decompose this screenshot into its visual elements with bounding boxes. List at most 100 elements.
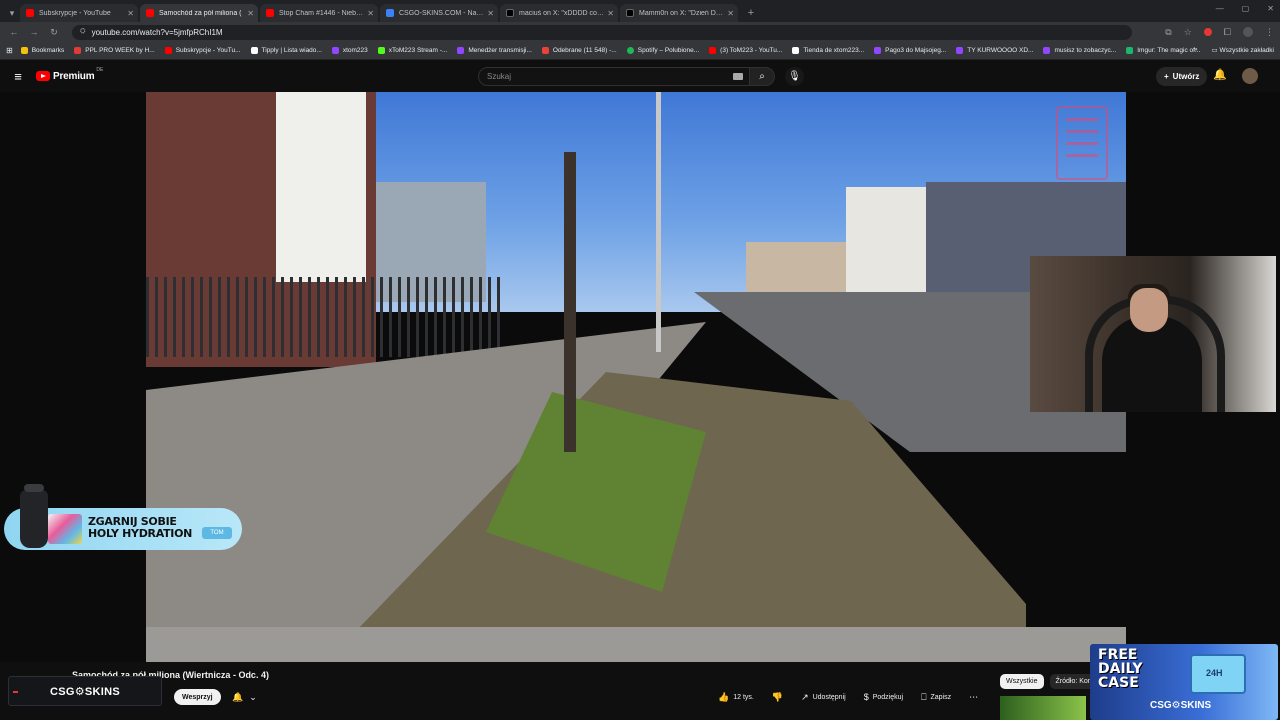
browser-tab[interactable]: maciuś on X: "xDDDD co jest k✕ xyxy=(500,4,618,22)
close-tab-icon[interactable]: ✕ xyxy=(607,9,614,18)
star-icon xyxy=(20,47,28,54)
recording-extension-icon[interactable] xyxy=(1203,28,1212,36)
streamer-webcam xyxy=(1030,256,1276,412)
like-button[interactable]: 👍 12 tys. xyxy=(712,689,760,705)
chevron-down-icon: ⌄ xyxy=(249,691,257,702)
dislike-button[interactable]: 👎 xyxy=(765,689,790,705)
bookmark-item[interactable]: PPL PRO WEEK by H... xyxy=(74,47,155,54)
youtube-favicon-icon xyxy=(26,9,34,17)
bookmark-star-icon[interactable]: ☆ xyxy=(1184,27,1192,38)
browser-tab[interactable]: CSGO-SKINS.COM - Najlepsze✕ xyxy=(380,4,498,22)
bookmark-label: xtom223 xyxy=(342,47,368,54)
bookmark-item[interactable]: Pago3 do Majsojeg... xyxy=(874,47,946,54)
more-actions-button[interactable]: ⋯ xyxy=(963,689,985,705)
bookmark-favicon-icon xyxy=(74,47,82,54)
daily-case-line: CASE xyxy=(1098,675,1139,691)
share-button[interactable]: ↗ Udostępnij xyxy=(795,689,852,705)
chip-all[interactable]: Wszystkie xyxy=(1000,674,1044,689)
bookmark-item[interactable]: xToM223 Stream -... xyxy=(377,47,448,54)
browser-menu-icon[interactable]: ⋮ xyxy=(1265,27,1274,38)
bookmark-item[interactable]: TY KURWOOOO XD... xyxy=(956,47,1033,54)
notifications-bell-icon[interactable]: 🔔 xyxy=(1213,68,1227,81)
extensions-icon[interactable]: ⧠ xyxy=(1224,27,1231,38)
browser-tab[interactable]: Mamm0n on X: "Dzień Dobry ✕ xyxy=(620,4,738,22)
back-icon[interactable]: ← xyxy=(6,27,22,37)
bookmark-item[interactable]: Spotify – Polubione... xyxy=(626,47,700,54)
youtube-premium-logo[interactable]: Premium DE xyxy=(36,67,103,82)
tab-search-icon[interactable]: ▾ xyxy=(4,4,20,22)
support-button[interactable]: Wesprzyj xyxy=(174,689,221,705)
imgur-favicon-icon xyxy=(1126,47,1134,54)
window-controls: — ▢ ✕ xyxy=(1216,4,1274,13)
search-input[interactable]: Szukaj xyxy=(478,67,750,86)
video-player[interactable]: ZGARNIJ SOBIE HOLY HYDRATION TOM xyxy=(0,92,1280,662)
tipply-favicon-icon xyxy=(250,47,258,54)
bookmark-item[interactable]: xtom223 xyxy=(331,47,368,54)
bookmark-item[interactable]: Tienda de xtom223... xyxy=(792,47,864,54)
browser-tab-active[interactable]: Samochód za pół miliona (✕ xyxy=(140,4,258,22)
video-tree xyxy=(564,152,576,452)
thanks-button[interactable]: $ Podziękuj xyxy=(857,689,910,705)
video-frame[interactable] xyxy=(146,92,1126,662)
daily-case-line: DAILY xyxy=(1098,661,1143,677)
video-fence xyxy=(146,277,506,357)
close-tab-icon[interactable]: ✕ xyxy=(127,9,134,18)
save-button[interactable]: ⎕ Zapisz xyxy=(915,689,958,705)
bookmark-label: Pago3 do Majsojeg... xyxy=(885,47,947,54)
profile-avatar-icon[interactable] xyxy=(1243,27,1253,37)
maximize-icon[interactable]: ▢ xyxy=(1242,4,1250,13)
bookmark-label: Spotify – Polubione... xyxy=(637,47,700,54)
bookmark-item[interactable]: Tipply | Lista wiado... xyxy=(250,47,322,54)
close-tab-icon[interactable]: ✕ xyxy=(367,9,374,18)
video-actions: 👍 12 tys. 👎 ↗ Udostępnij $ Podziękuj ⎕ Zapis… xyxy=(712,689,985,705)
case-box-icon xyxy=(1190,654,1246,694)
voice-search-button[interactable]: 🎙 xyxy=(785,67,804,86)
close-tab-icon[interactable]: ✕ xyxy=(247,9,254,18)
gmail-favicon-icon xyxy=(541,47,549,54)
video-building xyxy=(276,92,366,282)
bookmark-item[interactable]: Odebrane (11 548) -... xyxy=(541,47,617,54)
bookmark-item[interactable]: Subskrypcje - YouTu... xyxy=(164,47,241,54)
youtube-play-icon xyxy=(36,71,50,81)
subscription-notifications-button[interactable]: 🔔 ⌄ xyxy=(226,689,263,705)
reload-icon[interactable]: ↻ xyxy=(46,27,62,38)
address-bar[interactable]: ⛭ youtube.com/watch?v=5jmfpRChI1M xyxy=(72,24,1132,40)
bookmark-item[interactable]: (3) ToM223 - YouTu... xyxy=(709,47,782,54)
thumbs-up-icon: 👍 xyxy=(718,691,730,702)
account-avatar[interactable] xyxy=(1242,68,1258,84)
like-count: 12 tys. xyxy=(733,693,754,701)
all-bookmarks-button[interactable]: ▭ Wszystkie zakładki xyxy=(1212,46,1275,54)
bookmark-item[interactable]: Imgur: The magic of... xyxy=(1126,47,1200,54)
forward-icon[interactable]: → xyxy=(26,27,42,37)
bookmark-label: xToM223 Stream -... xyxy=(388,47,448,54)
bookmark-item[interactable]: Bookmarks xyxy=(20,47,64,54)
browser-tab[interactable]: Subskrypcje - YouTube ✕ xyxy=(20,4,138,22)
video-info: Samochód za pół miliona (Wiertnicza - Od… xyxy=(0,662,1280,720)
search-icon: ⌕ xyxy=(759,71,765,82)
close-tab-icon[interactable]: ✕ xyxy=(487,9,494,18)
csgo-skins-favicon-icon xyxy=(386,9,394,17)
search-button[interactable]: ⌕ xyxy=(749,67,775,86)
close-window-icon[interactable]: ✕ xyxy=(1267,4,1274,13)
thumbs-down-icon: 👎 xyxy=(771,691,784,702)
create-button[interactable]: + Utwórz xyxy=(1156,67,1208,86)
channel-brand-text: CSG⚙SKINS xyxy=(49,685,121,698)
toolbar-icons: ⧉ ☆ ⧠ ⋮ xyxy=(1165,27,1274,38)
bookmark-item[interactable]: Menedżer transmisji... xyxy=(457,47,532,54)
more-bookmarks-button[interactable]: » xyxy=(1194,46,1198,54)
related-video-thumbnail[interactable] xyxy=(1000,696,1086,720)
keyboard-icon[interactable] xyxy=(733,73,743,80)
new-tab-button[interactable]: + xyxy=(744,6,758,20)
minimize-icon[interactable]: — xyxy=(1216,4,1224,13)
bookmark-item[interactable]: musisz to zobaczyc... xyxy=(1043,47,1116,54)
install-app-icon[interactable]: ⧉ xyxy=(1165,27,1171,38)
site-info-icon[interactable]: ⛭ xyxy=(80,28,86,36)
tab-title: Mamm0n on X: "Dzień Dobry xyxy=(639,9,725,17)
save-playlist-icon: ⎕ xyxy=(921,691,927,702)
close-tab-icon[interactable]: ✕ xyxy=(727,9,734,18)
share-label: Udostępnij xyxy=(812,693,846,701)
browser-tab[interactable]: Stop Cham #1446 - Niebezpie ✕ xyxy=(260,4,378,22)
apps-icon[interactable]: ⊞ xyxy=(6,46,13,55)
menu-icon[interactable]: ≡ xyxy=(0,69,36,84)
tab-title: Subskrypcje - YouTube xyxy=(39,9,111,17)
